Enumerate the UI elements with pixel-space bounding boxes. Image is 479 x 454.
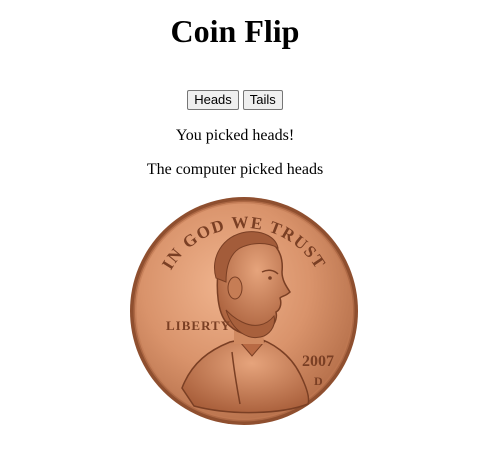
choice-buttons: Heads Tails xyxy=(0,90,470,110)
computer-choice-message: The computer picked heads xyxy=(146,161,324,178)
coin-flip-page: Coin Flip Heads Tails You picked heads! … xyxy=(0,0,479,454)
coin-liberty-text: LIBERTY xyxy=(166,318,231,333)
heads-button[interactable]: Heads xyxy=(187,90,239,110)
coin-mint-mark: D xyxy=(314,374,323,388)
user-choice-message: You picked heads! xyxy=(175,127,295,144)
coin-year-text: 2007 xyxy=(302,353,334,370)
tails-button[interactable]: Tails xyxy=(242,90,283,110)
page-title: Coin Flip xyxy=(170,13,300,49)
coin-image: IN GOD WE TRUST LIBERTY 2007 D xyxy=(122,192,362,428)
penny-heads-illustration: IN GOD WE TRUST LIBERTY 2007 D xyxy=(130,197,358,425)
